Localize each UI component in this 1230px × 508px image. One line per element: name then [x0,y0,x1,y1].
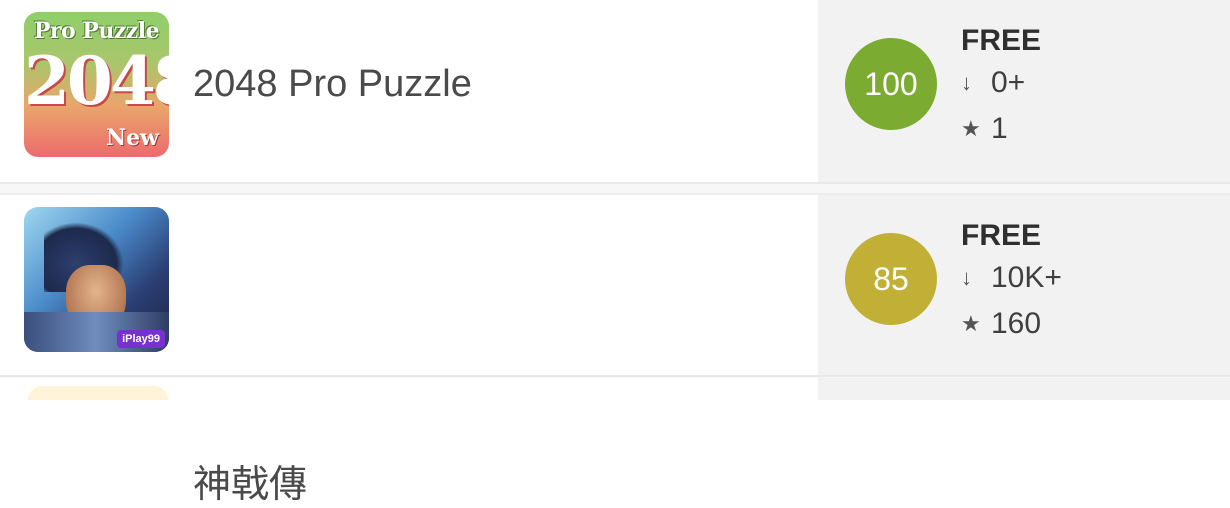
list-item[interactable]: iPlay99 神戟傳 85 FREE ↓ 10K+ ★ 160 [0,195,1230,506]
app-name[interactable]: 神戟傳 [193,453,307,508]
downloads-row: ↓ 10K+ [961,255,1062,301]
app-icon-text-top: Pro Puzzle [33,18,160,44]
ratings-count: 160 [991,307,1042,340]
app-icon[interactable] [28,386,168,400]
app-main-cell[interactable]: iPlay99 神戟傳 [0,195,818,506]
star-icon: ★ [961,116,981,141]
download-icon: ↓ [961,265,972,290]
app-main-cell[interactable]: Pro Puzzle 2048 New 2048 Pro Puzzle [0,0,818,182]
downloads-count: 0+ [991,66,1026,99]
app-stats-panel [818,378,1230,400]
app-main-cell[interactable] [0,378,818,400]
app-stats-panel: 100 FREE ↓ 0+ ★ 1 [818,0,1230,182]
app-list: Pro Puzzle 2048 New 2048 Pro Puzzle 100 … [0,0,1230,506]
publisher-badge: iPlay99 [117,330,165,348]
app-stats-panel: 85 FREE ↓ 10K+ ★ 160 [818,195,1230,377]
downloads-row: ↓ 0+ [961,60,1041,106]
app-name[interactable]: 2048 Pro Puzzle [193,63,472,106]
star-icon: ★ [961,311,981,336]
app-icon-text-bottom: New [105,125,159,151]
ratings-count: 1 [991,112,1008,145]
price-label: FREE [961,24,1042,57]
row-divider [0,182,1230,195]
list-item[interactable]: Pro Puzzle 2048 New 2048 Pro Puzzle 100 … [0,0,1230,182]
price-label: FREE [961,219,1042,252]
score-badge: 85 [845,233,937,325]
list-item[interactable] [0,378,1230,400]
score-badge: 100 [845,38,937,130]
app-meta: FREE ↓ 0+ ★ 1 [961,24,1041,152]
ratings-row: ★ 160 [961,301,1062,347]
app-meta: FREE ↓ 10K+ ★ 160 [961,219,1062,347]
ratings-row: ★ 1 [961,106,1041,152]
app-icon-text-main: 2048 [24,42,169,120]
app-icon[interactable]: iPlay99 [24,207,169,352]
download-icon: ↓ [961,70,972,95]
downloads-count: 10K+ [991,261,1062,294]
app-icon[interactable]: Pro Puzzle 2048 New [24,12,169,157]
